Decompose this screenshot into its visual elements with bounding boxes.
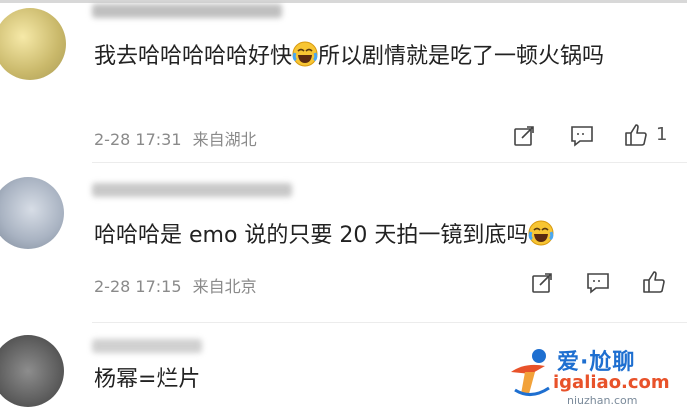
comment-date: 2-28 17:31 [94, 130, 182, 149]
laughing-tears-emoji-icon [292, 41, 318, 78]
comment-button[interactable] [568, 122, 596, 150]
comment-meta: 2-28 17:31 来自湖北 [94, 126, 257, 150]
comment-icon [587, 273, 609, 294]
watermark-logo-icon [511, 349, 550, 396]
comment-text: 哈哈哈是 emo 说的只要 20 天拍一镜到底吗 [94, 219, 667, 257]
watermark-url: igaliao.com [553, 372, 670, 393]
forward-button[interactable] [528, 269, 556, 297]
avatar[interactable] [0, 335, 64, 407]
thumbs-up-icon [643, 271, 665, 293]
comment-text-part: 我去哈哈哈哈哈好快 [94, 44, 293, 69]
comment-icon [571, 126, 593, 147]
comment-meta: 2-28 17:15 来自北京 [94, 273, 257, 297]
thumbs-up-icon [625, 124, 647, 146]
comment-button[interactable] [584, 269, 612, 297]
username[interactable] [92, 339, 202, 353]
share-icon [532, 273, 552, 293]
like-button[interactable] [640, 268, 668, 296]
laughing-tears-emoji-icon [528, 220, 554, 257]
watermark: 爱·尬聊 igaliao.com niuzhan.com [505, 342, 681, 412]
comment-text: 我去哈哈哈哈哈好快 所以剧情就是吃了一顿火锅吗 [94, 40, 667, 78]
watermark-sub: niuzhan.com [567, 394, 638, 407]
comment-text-part: 哈哈哈是 emo 说的只要 20 天拍一镜到底吗 [94, 223, 529, 248]
avatar[interactable] [0, 8, 66, 80]
username[interactable] [92, 4, 282, 18]
comment-text-part: 所以剧情就是吃了一顿火锅吗 [318, 44, 605, 69]
avatar[interactable] [0, 177, 64, 249]
like-count: 1 [656, 124, 668, 145]
comment-date: 2-28 17:15 [94, 277, 182, 296]
comment-location: 来自北京 [192, 277, 257, 296]
comment-item: 我去哈哈哈哈哈好快 所以剧情就是吃了一顿火锅吗 2-28 17:31 来自湖北 1 [0, 0, 687, 160]
comment-text-part: 杨幂=烂片 [94, 367, 201, 392]
username[interactable] [92, 183, 292, 197]
comment-location: 来自湖北 [192, 130, 257, 149]
comment-item: 哈哈哈是 emo 说的只要 20 天拍一镜到底吗 2-28 17:15 来自北京 [0, 163, 687, 321]
share-icon [514, 126, 534, 146]
like-button[interactable] [622, 121, 650, 149]
forward-button[interactable] [510, 122, 538, 150]
